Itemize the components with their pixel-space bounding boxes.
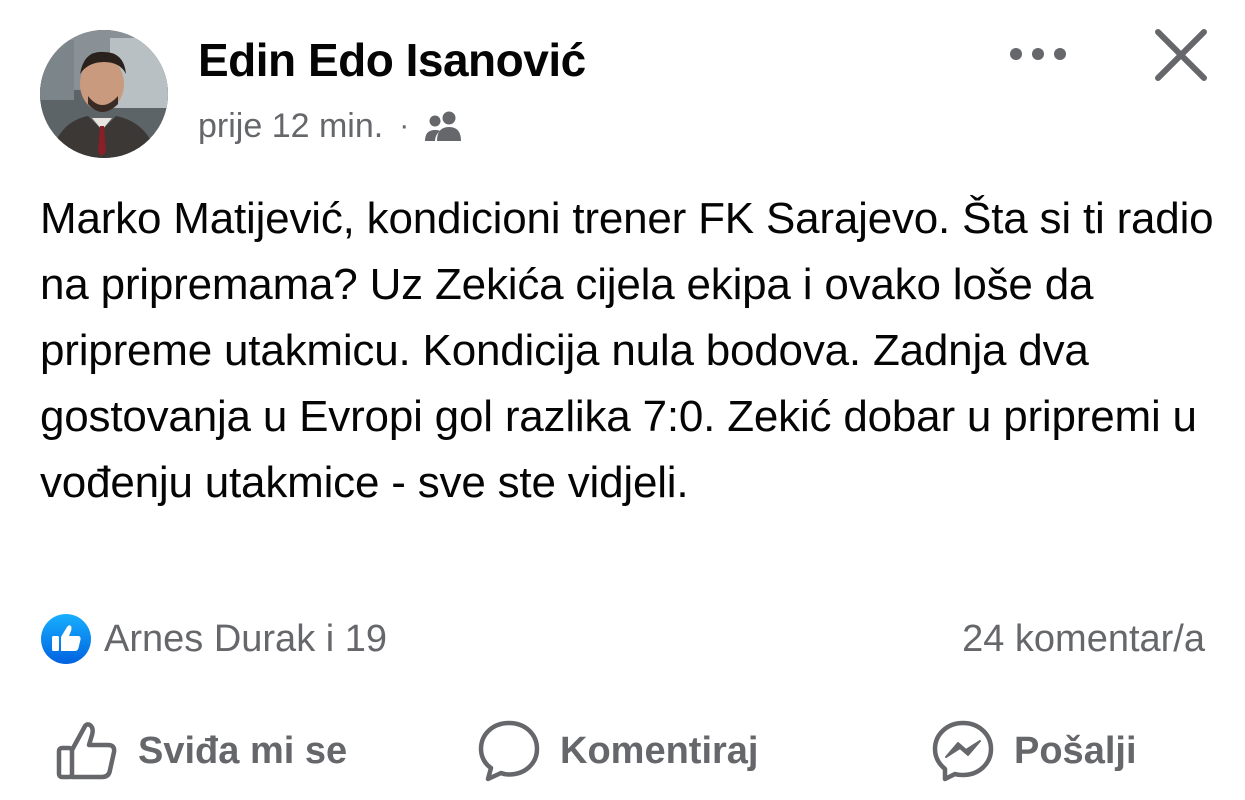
reactions-summary[interactable]: Arnes Durak i 19	[40, 612, 387, 666]
avatar[interactable]	[40, 30, 168, 158]
post-timestamp[interactable]: prije 12 min.	[198, 107, 383, 146]
friends-icon[interactable]	[423, 109, 463, 143]
more-horizontal-icon	[1010, 48, 1066, 60]
messenger-icon	[932, 720, 994, 782]
close-button[interactable]	[1150, 24, 1212, 86]
author-name[interactable]: Edin Edo Isanović	[198, 33, 586, 87]
like-label: Sviđa mi se	[138, 729, 348, 772]
comment-icon	[478, 720, 540, 782]
comment-label: Komentiraj	[560, 729, 759, 772]
close-icon	[1155, 29, 1207, 81]
more-options-button[interactable]	[1002, 34, 1074, 74]
like-reaction-icon	[41, 614, 91, 664]
action-bar: Sviđa mi se Komentiraj Pošalji	[0, 706, 1245, 796]
post-meta: prije 12 min. ·	[198, 104, 463, 148]
send-label: Pošalji	[1014, 729, 1137, 772]
post-text: Marko Matijević, kondicioni trener FK Sa…	[40, 194, 1214, 507]
thumbs-up-icon	[56, 722, 117, 780]
comment-button[interactable]: Komentiraj	[476, 706, 758, 796]
like-button[interactable]: Sviđa mi se	[54, 706, 347, 796]
comments-count[interactable]: 24 komentar/a	[962, 612, 1205, 666]
avatar-image	[40, 30, 168, 158]
reactions-text[interactable]: Arnes Durak i 19	[104, 618, 387, 661]
send-button[interactable]: Pošalji	[930, 706, 1137, 796]
meta-separator: ·	[399, 109, 410, 142]
